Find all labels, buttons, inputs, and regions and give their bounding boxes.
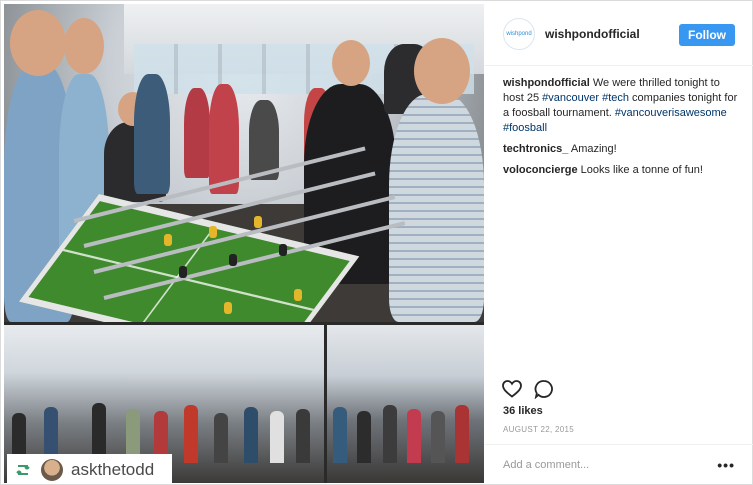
foosball-man-yellow <box>224 302 232 314</box>
repost-icon <box>13 460 33 480</box>
likes-count[interactable]: 36 likes <box>503 405 543 417</box>
account-avatar[interactable]: wishpond <box>503 17 535 50</box>
repost-avatar <box>41 459 63 481</box>
post-photo-collage[interactable]: askthetodd <box>4 4 484 483</box>
crowd-person <box>296 409 310 463</box>
repost-username: askthetodd <box>71 460 155 479</box>
bystander-2 <box>184 88 210 178</box>
post-header: wishpond wishpondofficial Follow <box>485 2 753 66</box>
crowd-person <box>214 413 228 463</box>
foosball-man-black <box>179 266 187 278</box>
crowd-person <box>407 409 421 463</box>
account-logo-text: wishpond <box>506 30 532 37</box>
hashtag-link[interactable]: #vancouver <box>542 92 599 104</box>
comment-item: voloconcierge Looks like a tonne of fun! <box>503 163 739 178</box>
crowd-person <box>431 411 445 463</box>
more-options-icon[interactable]: ••• <box>717 457 735 473</box>
foosball-man-yellow <box>254 216 262 228</box>
instagram-post-frame: askthetodd wishpond wishpondofficial Fol… <box>0 0 753 485</box>
comment-username[interactable]: voloconcierge <box>503 164 578 176</box>
crowd-person <box>270 411 284 463</box>
hashtag-link[interactable]: #vancouverisawesome <box>615 107 727 119</box>
comment-bubble-icon[interactable] <box>533 378 555 400</box>
bystander-3 <box>209 84 239 194</box>
bystander-1 <box>134 74 170 194</box>
crowd-person <box>357 411 371 463</box>
hashtag-link[interactable]: #tech <box>602 92 629 104</box>
caption: wishpondofficial We were thrilled tonigh… <box>503 76 739 136</box>
caption-username[interactable]: wishpondofficial <box>503 77 590 89</box>
foosball-man-black <box>279 244 287 256</box>
crowd-person <box>333 407 347 463</box>
crowd-person <box>244 407 258 463</box>
comment-username[interactable]: techtronics_ <box>503 143 568 155</box>
post-actions <box>501 378 565 400</box>
post-date: AUGUST 22, 2015 <box>503 425 575 434</box>
hashtag-link[interactable]: #foosball <box>503 122 547 134</box>
foosball-man-yellow <box>294 289 302 301</box>
foosball-man-yellow <box>209 226 217 238</box>
heart-icon[interactable] <box>501 378 523 400</box>
post-side-panel: wishpond wishpondofficial Follow wishpon… <box>485 2 753 485</box>
comment-text: Looks like a tonne of fun! <box>577 164 703 176</box>
foosball-photo <box>4 4 484 322</box>
player-right-man <box>389 94 484 322</box>
player-left-1-head <box>10 10 66 76</box>
repost-badge[interactable]: askthetodd <box>7 454 172 483</box>
foosball-man-black <box>229 254 237 266</box>
add-comment-input[interactable] <box>503 458 718 471</box>
account-username[interactable]: wishpondofficial <box>545 27 640 41</box>
comment-text: Amazing! <box>568 143 617 155</box>
player-right-woman-head <box>332 40 370 86</box>
crowd-person <box>383 405 397 463</box>
crowd-person <box>184 405 198 463</box>
crowd-photo-right <box>327 325 484 483</box>
comments-list: wishpondofficial We were thrilled tonigh… <box>503 76 739 184</box>
player-left-2-head <box>64 18 104 74</box>
foosball-man-yellow <box>164 234 172 246</box>
crowd-person <box>455 405 469 463</box>
follow-button[interactable]: Follow <box>679 24 735 46</box>
add-comment-bar: ••• <box>485 444 753 484</box>
player-right-man-head <box>414 38 470 104</box>
comment-item: techtronics_ Amazing! <box>503 142 739 157</box>
